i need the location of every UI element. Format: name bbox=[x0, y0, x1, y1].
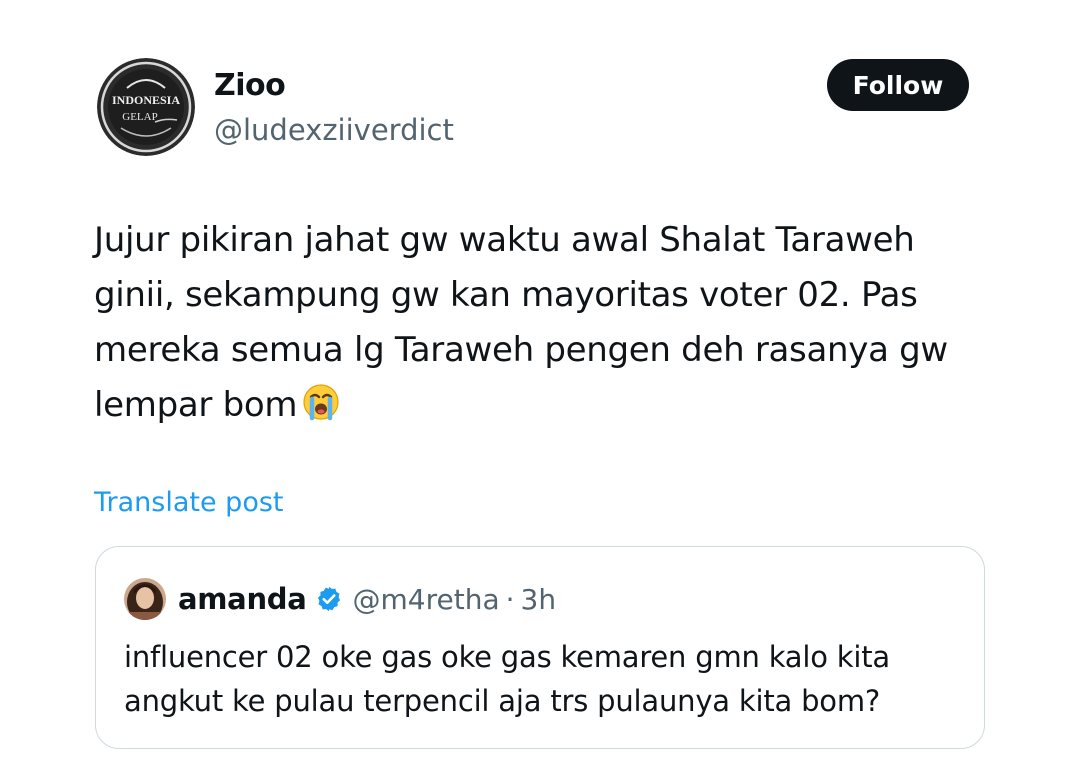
avatar-logo-text-top: INDONESIA bbox=[112, 93, 180, 107]
avatar-logo-text-bottom: GELAP bbox=[122, 111, 157, 123]
quoted-post-text: influencer 02 oke gas oke gas kemaren gm… bbox=[124, 640, 890, 718]
quoted-post-card[interactable]: amanda @m4retha · 3h influencer 02 oke g… bbox=[95, 546, 985, 749]
quoted-author-avatar bbox=[124, 578, 166, 620]
loudly-crying-face-icon bbox=[301, 382, 341, 439]
author-avatar[interactable]: INDONESIA GELAP bbox=[97, 58, 195, 156]
post-body-text: Jujur pikiran jahat gw waktu awal Shalat… bbox=[94, 220, 948, 425]
quoted-post-header: amanda @m4retha · 3h bbox=[178, 577, 556, 621]
quoted-author-handle: @m4retha bbox=[352, 582, 500, 616]
author-display-name[interactable]: Zioo bbox=[214, 66, 286, 106]
translate-post-link[interactable]: Translate post bbox=[94, 484, 284, 522]
indonesia-gelap-logo-avatar: INDONESIA GELAP bbox=[97, 58, 195, 156]
separator-dot: · bbox=[505, 582, 515, 616]
quoted-author-name: amanda bbox=[178, 582, 307, 616]
verified-badge-icon bbox=[315, 585, 343, 613]
quoted-author-avatar-image bbox=[124, 578, 166, 620]
post-text: Jujur pikiran jahat gw waktu awal Shalat… bbox=[94, 213, 1014, 439]
follow-button[interactable]: Follow bbox=[827, 59, 969, 111]
author-handle[interactable]: @ludexziiverdict bbox=[214, 110, 454, 150]
quoted-post-timestamp: 3h bbox=[520, 582, 557, 616]
